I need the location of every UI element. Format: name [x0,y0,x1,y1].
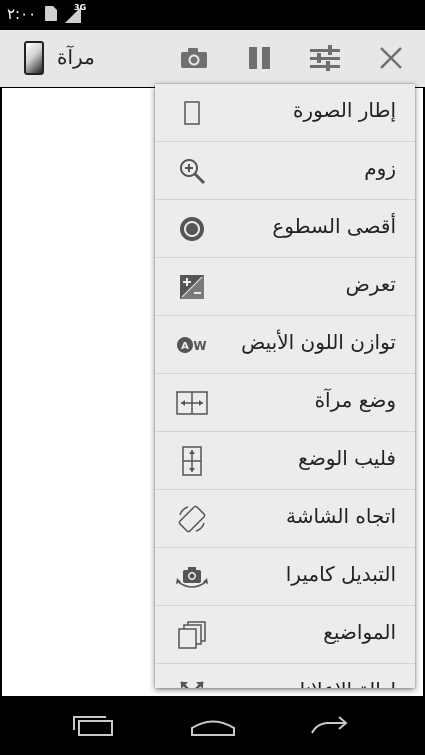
menu-item-label: توازن اللون الأبيض [241,330,396,354]
menu-item-exposure[interactable]: تعرض [155,258,415,316]
menu-item-flip-mode[interactable]: فليب الوضع [155,432,415,490]
menu-item-photo-frame[interactable]: إطار الصورة [155,84,415,142]
menu-item-label: أقصى السطوع [272,214,396,238]
svg-text:W: W [193,339,206,353]
flip-mode-icon [175,446,209,476]
switch-camera-icon [175,562,209,592]
zoom-in-icon [175,156,209,186]
screen-rotation-icon [175,504,209,534]
menu-item-switch-camera[interactable]: التبديل كاميرا [155,548,415,606]
menu-item-label: فليب الوضع [298,446,396,470]
svg-text:A: A [181,341,189,352]
themes-icon [175,620,209,650]
remove-ads-icon [175,678,209,688]
menu-item-themes[interactable]: المواضيع [155,606,415,664]
pause-icon [249,47,270,69]
menu-item-remove-ads[interactable]: إزالة الإعلانات [155,664,415,688]
close-icon [380,47,402,69]
menu-item-zoom[interactable]: زوم [155,142,415,200]
overflow-menu: إطار الصورة زوم أقصى السطوع تعرض توازن ا… [155,84,415,688]
menu-item-label: وضع مرآة [314,388,396,412]
camera-button[interactable] [171,36,217,80]
phone-frame-icon [24,41,44,75]
menu-item-max-brightness[interactable]: أقصى السطوع [155,200,415,258]
menu-item-screen-orientation[interactable]: اتجاه الشاشة [155,490,415,548]
settings-button[interactable] [302,36,348,80]
status-bar: ٢:٠٠ 3G [0,0,425,30]
menu-item-label: زوم [364,156,396,180]
close-button[interactable] [368,36,414,80]
network-type-label: 3G [74,3,87,12]
recent-apps-button[interactable] [63,709,123,743]
menu-item-label: اتجاه الشاشة [285,504,396,528]
back-icon [311,716,348,734]
home-button[interactable] [183,709,243,743]
menu-item-label: تعرض [345,272,396,296]
brightness-icon [175,214,209,244]
white-balance-icon: A W [175,330,209,360]
recent-apps-icon [73,716,113,736]
menu-item-label: التبديل كاميرا [285,562,396,586]
menu-item-label: المواضيع [323,620,396,644]
sim-icon [45,6,57,21]
photo-frame-icon [175,98,209,128]
pause-button[interactable] [237,36,283,80]
exposure-icon [175,272,209,302]
mirror-mode-icon [175,388,209,418]
navigation-bar [0,697,425,755]
camera-icon [181,48,207,68]
menu-item-mirror-mode[interactable]: وضع مرآة [155,374,415,432]
back-button[interactable] [300,709,360,743]
menu-item-label: إزالة الإعلانات [281,678,396,688]
status-time: ٢:٠٠ [7,5,37,23]
menu-item-white-balance[interactable]: توازن اللون الأبيض A W [155,316,415,374]
settings-sliders-icon [310,45,340,71]
menu-item-label: إطار الصورة [292,98,396,122]
app-title: مرآة [57,45,95,69]
home-icon [191,720,235,736]
